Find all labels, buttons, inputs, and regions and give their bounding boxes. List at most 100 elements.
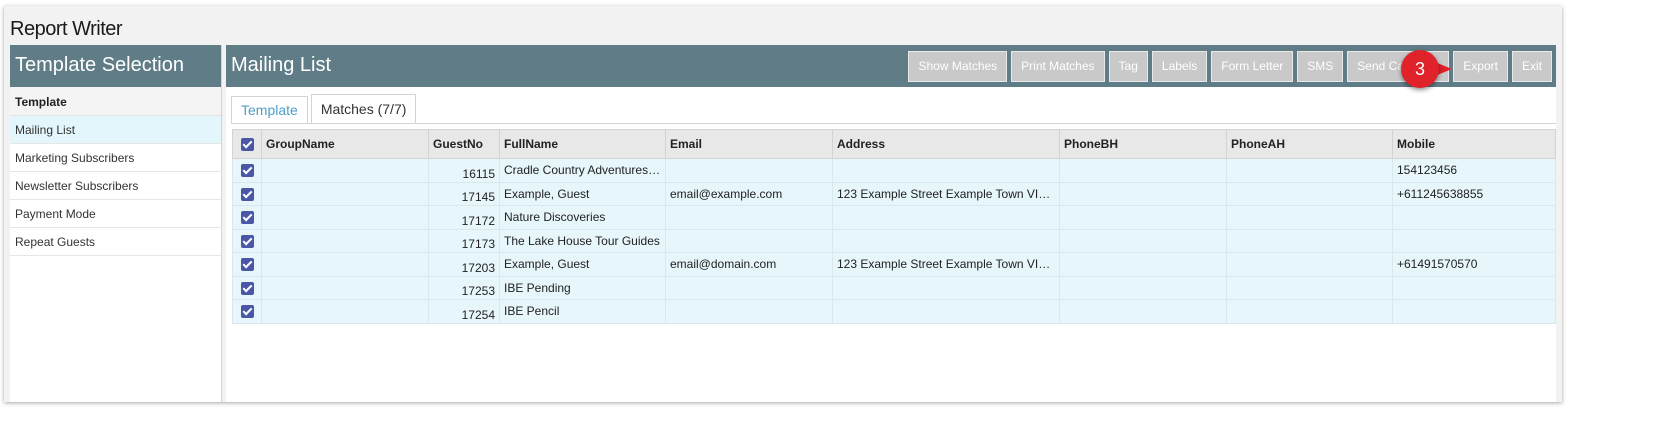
cell-email [665,158,833,183]
cell-address [832,228,1060,253]
column-header-phoneah[interactable]: PhoneAH [1226,129,1393,159]
cell-fullname: IBE Pending [499,275,666,300]
row-checkbox[interactable] [232,158,262,183]
row-checkbox[interactable] [232,299,262,324]
row-checkbox[interactable] [232,205,262,230]
matches-table: GroupName GuestNo FullName Email Address… [232,129,1556,324]
app-title: Report Writer [10,18,123,40]
cell-guestno: 17173 [428,228,500,253]
labels-button[interactable]: Labels [1151,51,1208,82]
cell-mobile [1392,275,1556,300]
table-row[interactable]: 17254 IBE Pencil [232,299,1556,324]
cell-phonebh [1059,181,1227,206]
checkbox-checked-icon [240,281,254,295]
row-checkbox[interactable] [232,228,262,253]
cell-mobile: +611245638855 [1392,181,1556,206]
cell-address [832,205,1060,230]
checkbox-checked-icon [240,187,254,201]
cell-guestno: 17145 [428,181,500,206]
cell-mobile [1392,205,1556,230]
page-title: Mailing List [231,54,332,76]
cell-fullname: The Lake House Tour Guides [499,228,666,253]
column-header-address[interactable]: Address [832,129,1060,159]
template-item-newsletter-subscribers[interactable]: Newsletter Subscribers [10,172,221,200]
checkbox-checked-icon [240,211,254,225]
cell-address [832,275,1060,300]
cell-fullname: Example, Guest [499,252,666,277]
row-checkbox[interactable] [232,252,262,277]
template-item-marketing-subscribers[interactable]: Marketing Subscribers [10,144,221,172]
table-body: 16115 Cradle Country Adventures,... 1541… [232,158,1556,324]
cell-mobile: 154123456 [1392,158,1556,183]
cell-mobile [1392,228,1556,253]
row-checkbox[interactable] [232,181,262,206]
report-writer-window: Report Writer Template Selection Templat… [4,6,1562,402]
cell-phonebh [1059,275,1227,300]
cell-guestno: 17254 [428,299,500,324]
template-column-header: Template [10,87,221,116]
cell-phonebh [1059,228,1227,253]
print-matches-button[interactable]: Print Matches [1011,51,1105,82]
cell-phoneah [1226,228,1393,253]
cell-groupname [261,252,429,277]
tab-template[interactable]: Template [231,96,308,124]
cell-phoneah [1226,299,1393,324]
sms-button[interactable]: SMS [1297,51,1344,82]
cell-phoneah [1226,181,1393,206]
row-checkbox[interactable] [232,275,262,300]
table-row[interactable]: 17145 Example, Guest email@example.com 1… [232,181,1556,206]
cell-groupname [261,181,429,206]
export-button[interactable]: Export [1453,51,1508,82]
cell-phonebh [1059,299,1227,324]
toolbar: Show Matches Print Matches Tag Labels Fo… [908,51,1552,82]
table-row[interactable]: 16115 Cradle Country Adventures,... 1541… [232,158,1556,183]
cell-fullname: Nature Discoveries [499,205,666,230]
checkbox-checked-icon [240,234,254,248]
column-header-mobile[interactable]: Mobile [1392,129,1556,159]
cell-email [665,299,833,324]
table-row[interactable]: 17253 IBE Pending [232,275,1556,300]
column-header-email[interactable]: Email [665,129,833,159]
cell-phoneah [1226,158,1393,183]
column-header-fullname[interactable]: FullName [499,129,666,159]
cell-address: 123 Example Street Example Town VIC ... [832,252,1060,277]
template-item-mailing-list[interactable]: Mailing List [10,116,221,144]
cell-groupname [261,228,429,253]
cell-address [832,158,1060,183]
template-item-repeat-guests[interactable]: Repeat Guests [10,228,221,256]
table-row[interactable]: 17203 Example, Guest email@domain.com 12… [232,252,1556,277]
cell-guestno: 17172 [428,205,500,230]
cell-groupname [261,158,429,183]
cell-mobile: +61491570570 [1392,252,1556,277]
cell-groupname [261,275,429,300]
template-selection-panel: Template Selection Template Mailing List… [10,45,222,402]
template-item-payment-mode[interactable]: Payment Mode [10,200,221,228]
cell-email [665,275,833,300]
cell-phonebh [1059,158,1227,183]
cell-groupname [261,205,429,230]
form-letter-button[interactable]: Form Letter [1211,51,1294,82]
cell-fullname: IBE Pencil [499,299,666,324]
column-header-groupname[interactable]: GroupName [261,129,429,159]
exit-button[interactable]: Exit [1511,51,1552,82]
mailing-list-panel: Mailing List Show Matches Print Matches … [226,45,1556,402]
tag-button[interactable]: Tag [1108,51,1148,82]
column-header-guestno[interactable]: GuestNo [428,129,500,159]
cell-fullname: Example, Guest [499,181,666,206]
cell-phonebh [1059,205,1227,230]
cell-phonebh [1059,252,1227,277]
select-all-checkbox[interactable] [232,129,262,159]
table-row[interactable]: 17173 The Lake House Tour Guides [232,228,1556,253]
column-header-phonebh[interactable]: PhoneBH [1059,129,1227,159]
tab-matches[interactable]: Matches (7/7) [310,94,417,124]
cell-groupname [261,299,429,324]
template-selection-header: Template Selection [10,45,221,87]
step-marker-badge: 3 [1401,50,1439,88]
show-matches-button[interactable]: Show Matches [908,51,1008,82]
cell-guestno: 17203 [428,252,500,277]
tab-divider [231,123,1556,124]
checkbox-checked-icon [240,138,254,152]
cell-phoneah [1226,275,1393,300]
table-row[interactable]: 17172 Nature Discoveries [232,205,1556,230]
cell-email [665,205,833,230]
